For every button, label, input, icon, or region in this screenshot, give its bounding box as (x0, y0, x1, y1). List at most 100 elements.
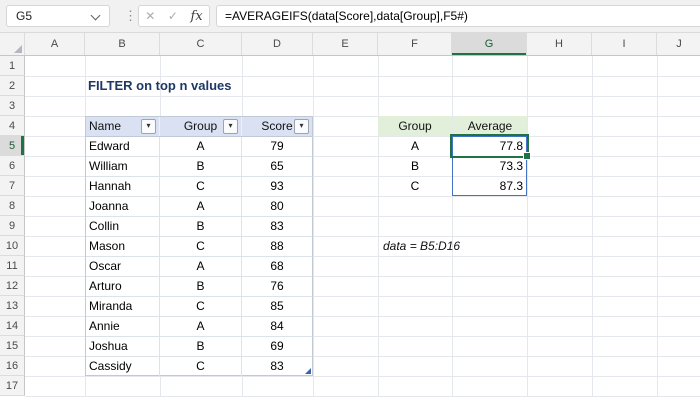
data-table-row: Hannah C 93 (86, 177, 312, 197)
column-header-G[interactable]: G (452, 33, 527, 55)
cell-name[interactable]: Arturo (86, 277, 160, 296)
row-header-12[interactable]: 12 (0, 276, 25, 296)
cell-group[interactable]: B (160, 337, 242, 356)
filter-button-group[interactable]: ▾ (223, 119, 238, 134)
data-table-header-group[interactable]: Group ▾ (160, 117, 242, 136)
data-table-row: Miranda C 85 (86, 297, 312, 317)
cell-group[interactable]: C (160, 237, 242, 256)
cell-name[interactable]: Annie (86, 317, 160, 336)
cell-score[interactable]: 83 (242, 357, 312, 376)
fill-handle[interactable] (523, 152, 531, 160)
cell-name[interactable]: Hannah (86, 177, 160, 196)
select-all-button[interactable] (0, 33, 25, 55)
row-header-10[interactable]: 10 (0, 236, 25, 256)
row-header-16[interactable]: 16 (0, 356, 25, 376)
row-header-14[interactable]: 14 (0, 316, 25, 336)
cell-score[interactable]: 84 (242, 317, 312, 336)
row-header-15[interactable]: 15 (0, 336, 25, 356)
header-label: Group (183, 119, 218, 133)
row-header-5[interactable]: 5 (0, 136, 25, 156)
header-label: Score (261, 119, 293, 133)
cell-group[interactable]: B (160, 157, 242, 176)
formula-buttons: ✕ ✓ fx (138, 5, 210, 27)
filter-button-score[interactable]: ▾ (294, 119, 309, 134)
column-header-J[interactable]: J (657, 33, 700, 55)
cell-score[interactable]: 65 (242, 157, 312, 176)
cell-name[interactable]: Collin (86, 217, 160, 236)
annotation-cell[interactable]: data = B5:D16 (383, 236, 460, 256)
row-header-4[interactable]: 4 (0, 116, 25, 136)
gridline-vertical (657, 56, 658, 396)
data-table-row: Oscar A 68 (86, 257, 312, 277)
gridline-vertical (527, 56, 528, 396)
row-header-11[interactable]: 11 (0, 256, 25, 276)
cell-score[interactable]: 88 (242, 237, 312, 256)
cell-group[interactable]: C (160, 357, 242, 376)
row-header-2[interactable]: 2 (0, 76, 25, 96)
cell-group[interactable]: C (160, 297, 242, 316)
cell-name[interactable]: Cassidy (86, 357, 160, 376)
cell-score[interactable]: 69 (242, 337, 312, 356)
result-header-group[interactable]: Group (378, 116, 452, 136)
column-header-H[interactable]: H (527, 33, 592, 55)
cell-score[interactable]: 93 (242, 177, 312, 196)
cell-score[interactable]: 83 (242, 217, 312, 236)
cell-score[interactable]: 76 (242, 277, 312, 296)
data-table-header-score[interactable]: Score ▾ (242, 117, 312, 136)
cell-name[interactable]: William (86, 157, 160, 176)
cell-group[interactable]: C (160, 177, 242, 196)
cell-score[interactable]: 80 (242, 197, 312, 216)
column-header-I[interactable]: I (592, 33, 657, 55)
column-header-E[interactable]: E (313, 33, 378, 55)
name-box[interactable]: G5 (6, 5, 110, 27)
cancel-button[interactable]: ✕ (145, 6, 155, 26)
data-table-header-name[interactable]: Name ▾ (86, 117, 160, 136)
sheet-title-cell[interactable]: FILTER on top n values (88, 76, 231, 96)
row-header-8[interactable]: 8 (0, 196, 25, 216)
cell-group-label[interactable]: A (378, 136, 452, 156)
cell-name[interactable]: Joshua (86, 337, 160, 356)
cell-score[interactable]: 85 (242, 297, 312, 316)
cell-name[interactable]: Oscar (86, 257, 160, 276)
formula-input[interactable]: =AVERAGEIFS(data[Score],data[Group],F5#) (216, 5, 700, 27)
chevron-down-icon[interactable] (90, 10, 101, 21)
table-resize-handle[interactable] (305, 368, 311, 374)
row-header-6[interactable]: 6 (0, 156, 25, 176)
column-header-strip: ABCDEFGHIJ (0, 33, 700, 56)
cell-group-label[interactable]: B (378, 156, 452, 176)
column-header-A[interactable]: A (25, 33, 85, 55)
cell-name[interactable]: Miranda (86, 297, 160, 316)
cell-group[interactable]: A (160, 317, 242, 336)
column-header-B[interactable]: B (85, 33, 160, 55)
row-header-7[interactable]: 7 (0, 176, 25, 196)
cell-group[interactable]: A (160, 197, 242, 216)
cell-name[interactable]: Mason (86, 237, 160, 256)
cell-group[interactable]: A (160, 257, 242, 276)
enter-button[interactable]: ✓ (168, 6, 178, 26)
excel-window: G5 ⋮ ✕ ✓ fx =AVERAGEIFS(data[Score],data… (0, 0, 700, 400)
result-header-average[interactable]: Average (453, 116, 527, 136)
filter-arrow-icon: ▾ (146, 121, 151, 130)
row-header-13[interactable]: 13 (0, 296, 25, 316)
row-header-9[interactable]: 9 (0, 216, 25, 236)
cell-group[interactable]: B (160, 277, 242, 296)
cell-group-label[interactable]: C (378, 176, 452, 196)
column-header-C[interactable]: C (160, 33, 242, 55)
column-header-F[interactable]: F (378, 33, 452, 55)
cell-score[interactable]: 79 (242, 137, 312, 156)
cell-group[interactable]: B (160, 217, 242, 236)
data-table-row: Arturo B 76 (86, 277, 312, 297)
row-header-3[interactable]: 3 (0, 96, 25, 116)
filter-button-name[interactable]: ▾ (141, 119, 156, 134)
row-header-17[interactable]: 17 (0, 376, 25, 396)
cell-score[interactable]: 68 (242, 257, 312, 276)
cell-name[interactable]: Edward (86, 137, 160, 156)
cell-name[interactable]: Joanna (86, 197, 160, 216)
column-header-D[interactable]: D (242, 33, 313, 55)
insert-function-button[interactable]: fx (191, 9, 203, 24)
header-label: Name (89, 119, 122, 133)
cell-group[interactable]: A (160, 137, 242, 156)
data-table-row: Joshua B 69 (86, 337, 312, 357)
data-table-header-row: Name ▾ Group ▾ Score ▾ (86, 117, 312, 137)
row-header-1[interactable]: 1 (0, 56, 25, 76)
